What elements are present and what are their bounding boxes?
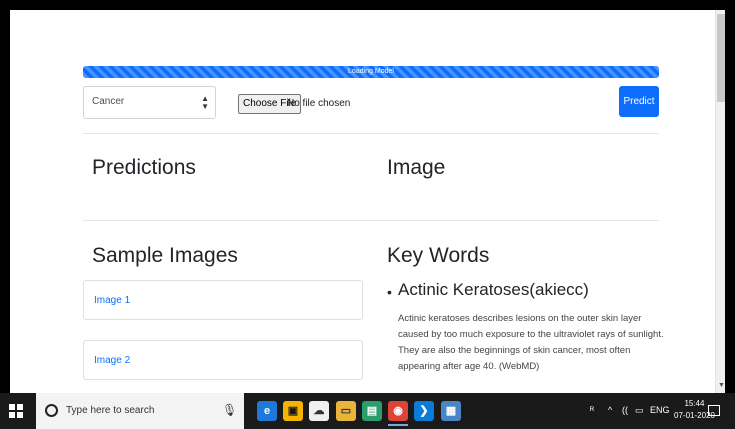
people-icon[interactable]: ᴿ: [590, 405, 594, 415]
divider: [83, 133, 659, 134]
language-indicator[interactable]: ENG: [650, 405, 670, 415]
search-placeholder: Type here to search: [66, 405, 155, 416]
taskbar: Type here to search 🎙 e ▣ ☁ ▭ ▤ ◉ ❯ ▦ ᴿ …: [0, 393, 735, 429]
windows-icon: [17, 404, 23, 410]
active-indicator: [388, 424, 408, 426]
predictions-heading: Predictions: [92, 156, 196, 179]
windows-start-button[interactable]: [6, 401, 26, 421]
store-icon[interactable]: ▣: [283, 401, 303, 421]
image-heading: Image: [387, 156, 446, 179]
notepad-icon[interactable]: ▦: [441, 401, 461, 421]
notification-icon[interactable]: [708, 405, 720, 416]
sample-image-item[interactable]: Image 1: [83, 280, 363, 320]
key-words-heading: Key Words: [387, 244, 490, 267]
predict-button[interactable]: Predict: [619, 86, 659, 117]
sample-image-link[interactable]: Image 1: [94, 295, 130, 306]
windows-icon: [17, 412, 23, 418]
edge-icon[interactable]: e: [257, 401, 277, 421]
key-word-description: Actinic keratoses describes lesions on t…: [398, 313, 664, 372]
sample-image-link[interactable]: Image 2: [94, 355, 130, 366]
file-status: No file chosen: [287, 98, 351, 109]
taskbar-search[interactable]: Type here to search 🎙: [36, 393, 244, 429]
divider: [83, 220, 659, 221]
onedrive-icon[interactable]: ☁: [309, 401, 329, 421]
scroll-down-icon[interactable]: ▼: [718, 382, 725, 389]
key-word-term: Actinic Keratoses(akiecc): [398, 280, 589, 299]
page-scrollbar[interactable]: ▼: [715, 10, 725, 393]
chevron-up-icon[interactable]: ^: [608, 405, 612, 415]
battery-icon[interactable]: ▭: [635, 405, 644, 416]
loading-progress-bar: Loading Model: [83, 66, 659, 78]
scrollbar-thumb[interactable]: [717, 14, 725, 102]
select-updown-icon: ▲ ▼: [201, 94, 209, 111]
cortana-icon: [45, 404, 58, 417]
sample-image-item[interactable]: Image 2: [83, 340, 363, 380]
app-icon[interactable]: ▤: [362, 401, 382, 421]
network-icon[interactable]: ((: [622, 405, 628, 415]
chrome-icon[interactable]: ◉: [388, 401, 408, 426]
sample-images-heading: Sample Images: [92, 244, 238, 267]
dataset-select-value: Cancer: [92, 96, 125, 107]
microphone-icon[interactable]: 🎙: [222, 403, 237, 417]
windows-icon: [9, 404, 15, 410]
dataset-select[interactable]: Cancer ▲ ▼: [83, 86, 216, 119]
vscode-icon[interactable]: ❯: [414, 401, 434, 421]
windows-icon: [9, 412, 15, 418]
browser-page: Loading Model Cancer ▲ ▼ Choose File No f…: [10, 10, 725, 393]
progress-fill: Loading Model: [83, 66, 659, 78]
bullet-icon: •: [387, 284, 392, 300]
file-explorer-icon[interactable]: ▭: [336, 401, 356, 421]
